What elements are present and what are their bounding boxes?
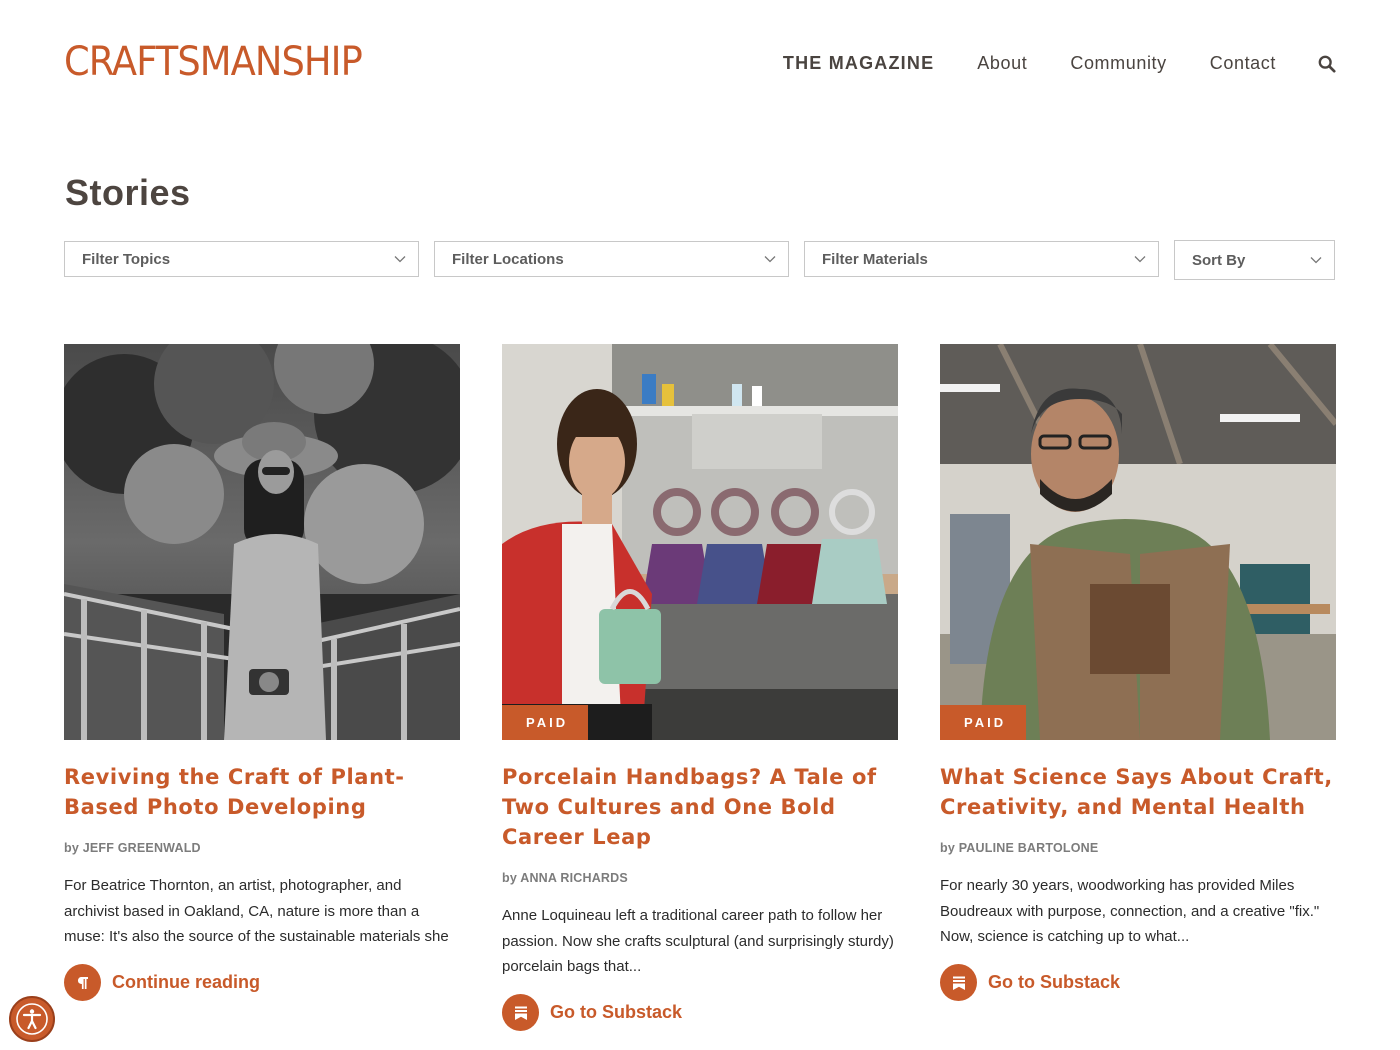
cta-label: Go to Substack	[550, 1002, 683, 1022]
byline-prefix: by	[64, 841, 79, 855]
pilcrow-icon	[64, 964, 101, 1001]
story-card: PAID Porcelain Handbags? A Tale of Two C…	[502, 344, 898, 1031]
nav-item-the-magazine[interactable]: THE MAGAZINE	[783, 50, 934, 76]
substack-icon	[940, 964, 977, 1001]
filter-materials-select[interactable]: Filter Materials	[804, 241, 1159, 277]
story-image[interactable]	[64, 344, 460, 740]
site-header: CRAFTSMANSHIP THE MAGAZINE About Communi…	[0, 0, 1400, 130]
sort-by-label: Sort By	[1192, 251, 1246, 269]
story-excerpt: For nearly 30 years, woodworking has pro…	[940, 877, 1320, 945]
photo-man-woodshop	[940, 344, 1336, 740]
cta-label: Continue reading	[112, 972, 260, 992]
paid-badge: PAID	[940, 705, 1026, 740]
author-name[interactable]: PAULINE BARTOLONE	[959, 841, 1099, 855]
story-image[interactable]: PAID	[502, 344, 898, 740]
nav-item-about[interactable]: About	[977, 50, 1027, 76]
filter-topics-label: Filter Topics	[82, 250, 171, 268]
nav-item-community[interactable]: Community	[1070, 50, 1166, 76]
story-byline: by PAULINE BARTOLONE	[940, 841, 1336, 855]
filter-topics-select[interactable]: Filter Topics	[64, 241, 419, 277]
byline-prefix: by	[940, 841, 955, 855]
continue-reading-link[interactable]: Continue reading	[64, 964, 460, 1001]
story-byline: by JEFF GREENWALD	[64, 841, 460, 855]
site-logo[interactable]: CRAFTSMANSHIP	[64, 38, 388, 86]
substack-icon	[502, 994, 539, 1031]
story-byline: by ANNA RICHARDS	[502, 871, 898, 885]
story-card: PAID What Science Says About Craft, Crea…	[940, 344, 1336, 1001]
story-title[interactable]: Reviving the Craft of Plant-Based Photo …	[64, 762, 460, 822]
filter-locations-select[interactable]: Filter Locations	[434, 241, 789, 277]
author-name[interactable]: ANNA RICHARDS	[520, 871, 628, 885]
chevron-down-icon	[394, 256, 406, 263]
logo-text: CRAFTSMANSHIP	[64, 39, 363, 85]
filter-bar: Filter Topics Filter Locations Filter Ma…	[64, 240, 1335, 280]
filter-locations-label: Filter Locations	[452, 250, 564, 268]
cta-label: Go to Substack	[988, 972, 1121, 992]
story-card: Reviving the Craft of Plant-Based Photo …	[64, 344, 460, 1001]
chevron-down-icon	[1134, 256, 1146, 263]
main-nav: THE MAGAZINE About Community Contact	[740, 50, 1336, 76]
story-title[interactable]: What Science Says About Craft, Creativit…	[940, 762, 1336, 822]
chevron-down-icon	[1310, 257, 1322, 264]
chevron-down-icon	[764, 256, 776, 263]
page-title: Stories	[65, 172, 191, 213]
story-image[interactable]: PAID	[940, 344, 1336, 740]
nav-item-contact[interactable]: Contact	[1210, 50, 1276, 76]
go-to-substack-link[interactable]: Go to Substack	[940, 964, 1336, 1001]
photo-woman-hat-camera	[64, 344, 460, 740]
accessibility-button[interactable]	[9, 996, 55, 1042]
sort-by-select[interactable]: Sort By	[1174, 240, 1335, 280]
photo-woman-porcelain-handbag	[502, 344, 898, 740]
story-excerpt: For Beatrice Thornton, an artist, photog…	[64, 877, 449, 945]
paid-badge: PAID	[502, 705, 588, 740]
go-to-substack-link[interactable]: Go to Substack	[502, 994, 898, 1031]
story-title[interactable]: Porcelain Handbags? A Tale of Two Cultur…	[502, 762, 898, 852]
story-excerpt: Anne Loquineau left a traditional career…	[502, 907, 894, 975]
accessibility-icon	[16, 1003, 48, 1035]
byline-prefix: by	[502, 871, 517, 885]
filter-materials-label: Filter Materials	[822, 250, 928, 268]
author-name[interactable]: JEFF GREENWALD	[83, 841, 201, 855]
search-icon[interactable]	[1318, 55, 1336, 73]
